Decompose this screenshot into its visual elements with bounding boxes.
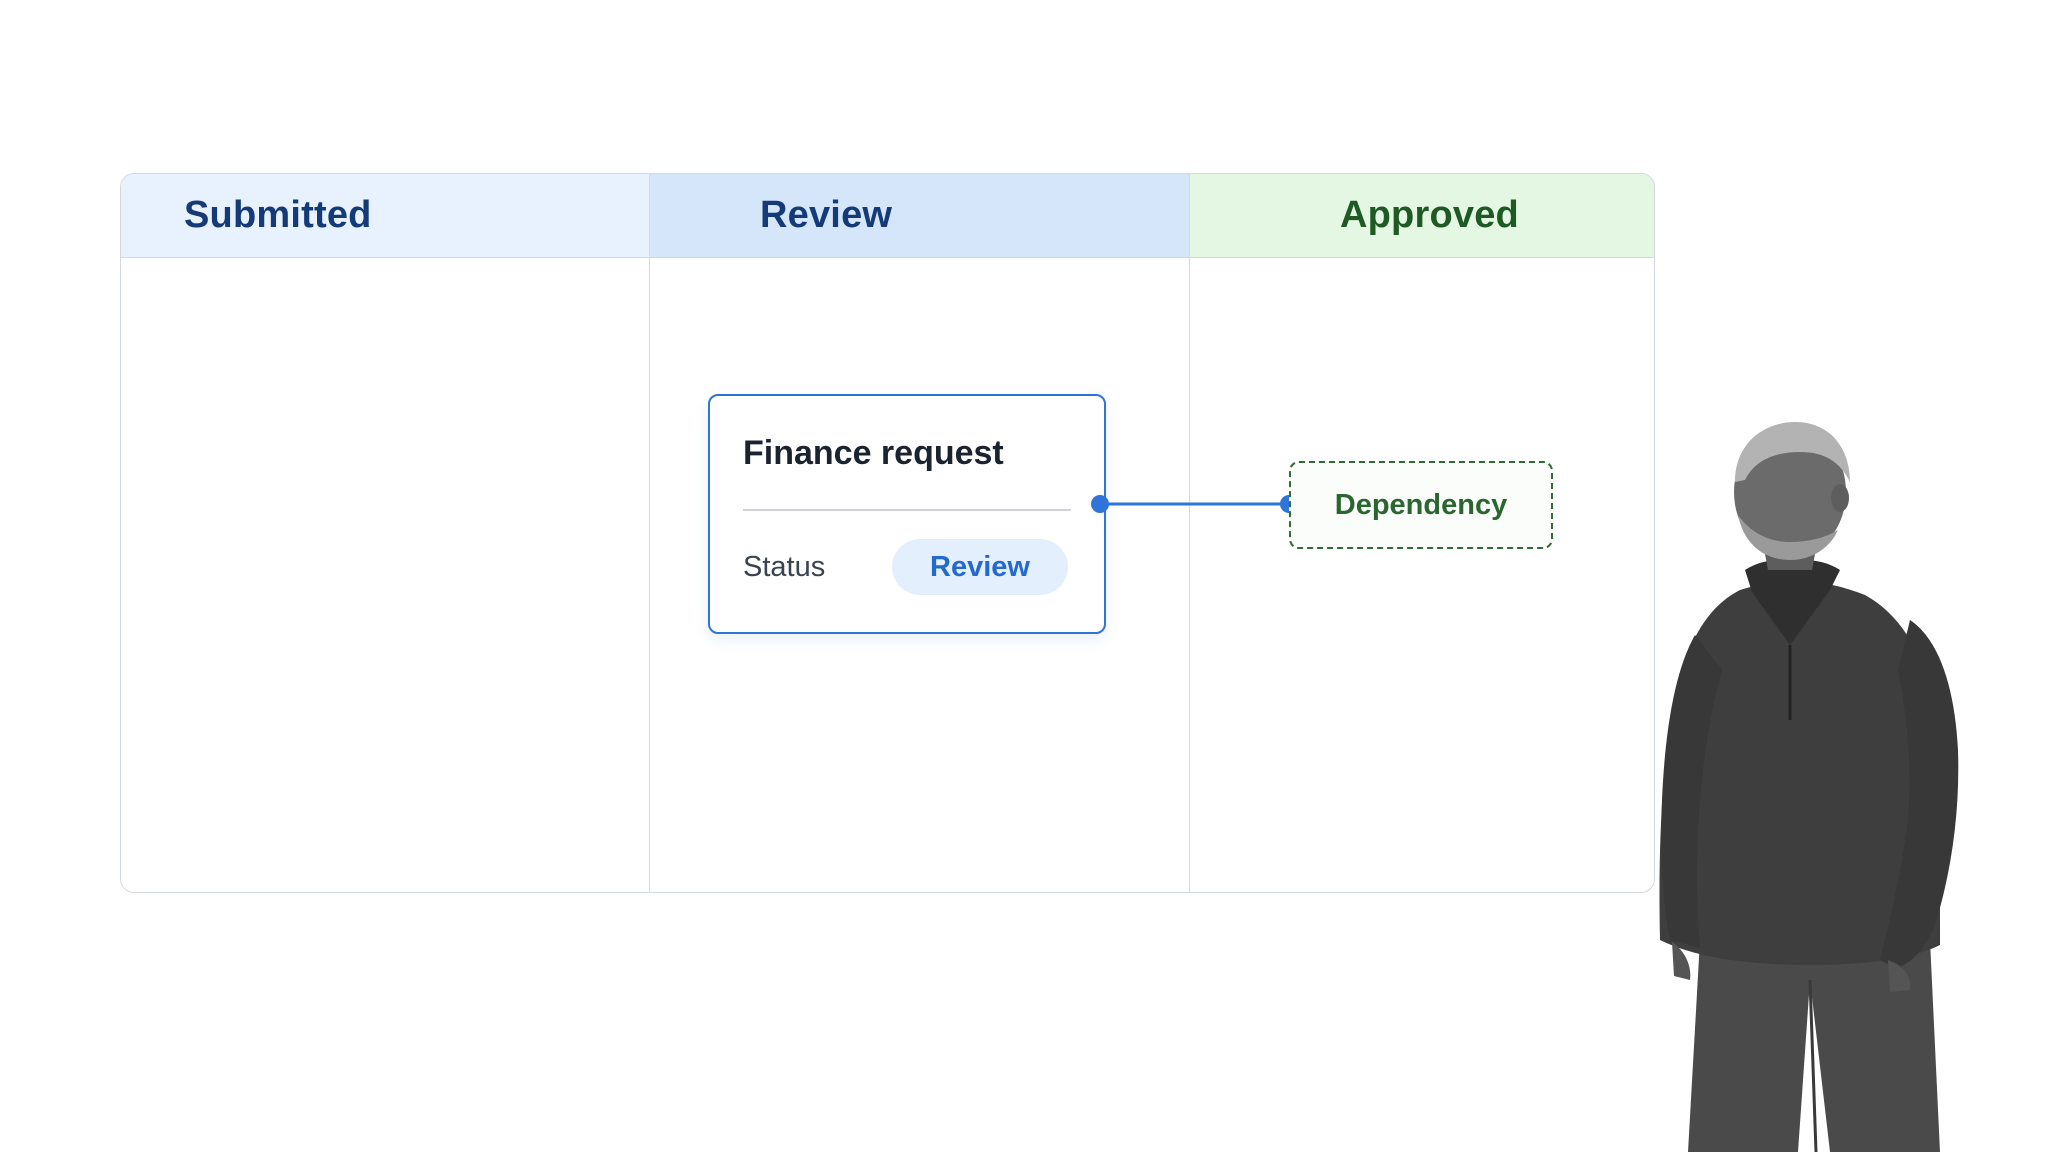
card-divider [743, 509, 1071, 511]
finance-request-card[interactable]: Finance request Status Review [708, 394, 1106, 634]
dependency-box[interactable]: Dependency [1289, 461, 1553, 549]
status-badge[interactable]: Review [892, 539, 1068, 595]
workflow-stage: Submitted Review Approved Finance reques… [0, 0, 2048, 1152]
column-header-approved[interactable]: Approved [1190, 174, 1654, 258]
column-header-submitted[interactable]: Submitted [121, 174, 649, 258]
column-header-review[interactable]: Review [650, 174, 1189, 258]
status-badge-label: Review [930, 550, 1030, 583]
column-title-submitted: Submitted [184, 194, 372, 236]
dependency-label: Dependency [1334, 488, 1508, 521]
person-photo [1659, 422, 1959, 1152]
card-status-label: Status [743, 551, 826, 583]
column-title-approved: Approved [1340, 194, 1519, 236]
dependency-connector[interactable] [1091, 490, 1300, 518]
card-title: Finance request [743, 434, 1004, 472]
column-title-review: Review [760, 194, 893, 236]
column-submitted: Submitted [121, 174, 650, 892]
connector-dot-icon[interactable] [1091, 495, 1109, 513]
